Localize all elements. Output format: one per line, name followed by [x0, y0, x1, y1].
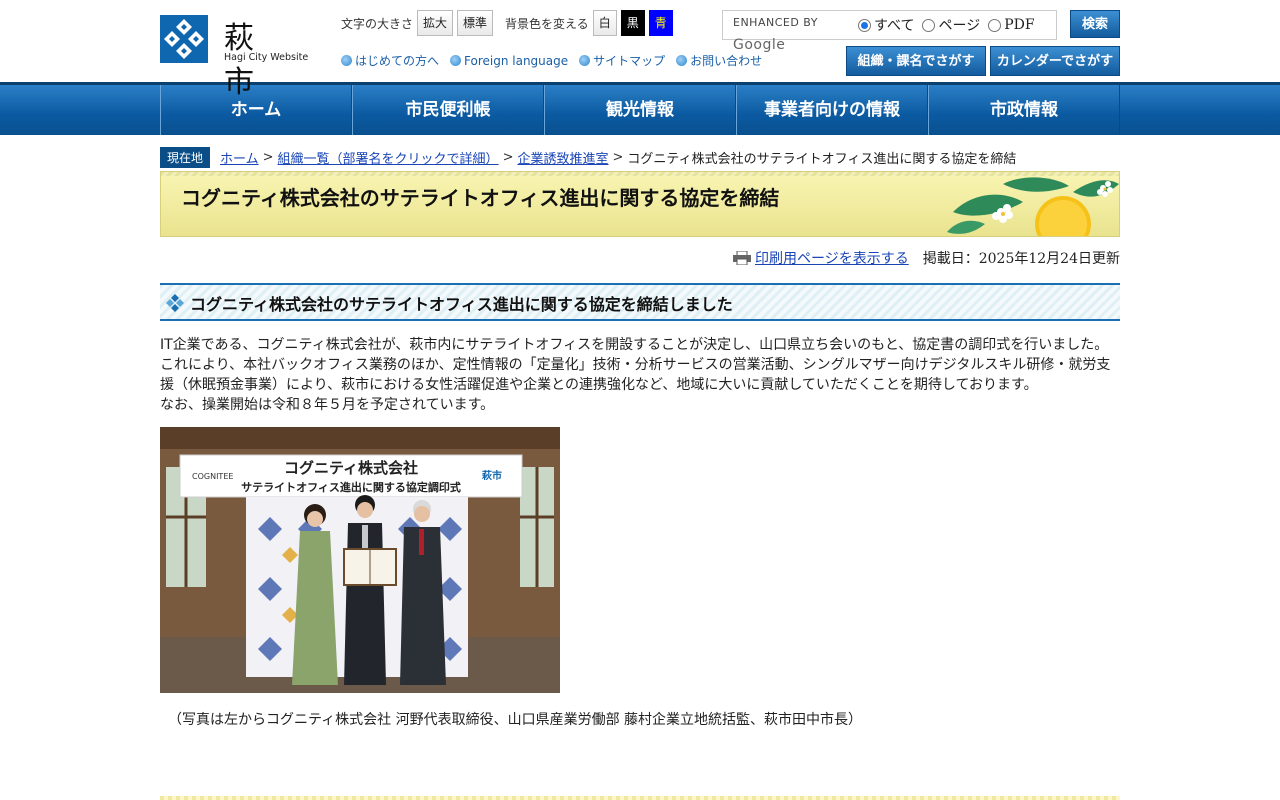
- footer-divider: [160, 796, 1120, 800]
- photo-caption: （写真は左からコグニティ株式会社 河野代表取締役、山口県産業労働部 藤村企業立地…: [168, 712, 863, 728]
- radio-icon: [922, 18, 936, 32]
- breadcrumb-here-label: 現在地: [160, 146, 211, 168]
- site-logo[interactable]: 萩 市 Hagi City Website: [160, 15, 310, 100]
- google-logo: Google: [733, 37, 786, 53]
- search-button[interactable]: 検索: [1070, 10, 1120, 38]
- bullet-icon: [341, 55, 352, 66]
- banner-right-logo: 萩市: [481, 469, 502, 482]
- printer-icon: [733, 251, 751, 265]
- bg-color-label: 背景色を変える: [505, 16, 589, 31]
- breadcrumb-org-list[interactable]: 組織一覧（部署名をクリックで詳細）: [278, 148, 499, 167]
- search-scope-pdf[interactable]: PDF: [988, 17, 1035, 33]
- natsumikan-decoration-icon: [947, 177, 1119, 236]
- section-heading-bar: コグニティ株式会社のサテライトオフィス進出に関する協定を締結しました: [160, 283, 1120, 321]
- paragraph: なお、操業開始は令和８年５月を予定されています。: [160, 397, 495, 413]
- nav-business[interactable]: 事業者向けの情報: [736, 85, 928, 135]
- signing-ceremony-photo: コグニティ株式会社 サテライトオフィス進出に関する協定調印式 COGNITEE …: [160, 427, 560, 693]
- logo-text-en: Hagi City Website: [224, 52, 309, 63]
- font-standard-button[interactable]: 標準: [457, 10, 494, 36]
- banner-left-logo: COGNITEE: [192, 472, 233, 481]
- bullet-icon: [579, 55, 591, 66]
- hagi-logo-mark-icon: [160, 15, 208, 63]
- link-first-visit[interactable]: はじめての方へ: [341, 52, 439, 69]
- nav-citizen-guide[interactable]: 市民便利帳: [352, 85, 544, 135]
- site-search: ENHANCED BY Google すべて ページ PDF: [722, 10, 1057, 53]
- paragraph: IT企業である、コグニティ株式会社が、萩市内にサテライトオフィスを開設することが…: [160, 337, 1109, 353]
- diamond-bullet-icon: [166, 294, 184, 312]
- page-title: コグニティ株式会社のサテライトオフィス進出に関する協定を締結: [181, 186, 780, 210]
- radio-icon: [988, 18, 1002, 32]
- search-by-org-button[interactable]: 組織・課名でさがす: [846, 46, 986, 76]
- bullet-icon: [450, 55, 462, 66]
- breadcrumb-current: コグニティ株式会社のサテライトオフィス進出に関する協定を締結: [627, 151, 1017, 167]
- global-nav-bar: ホーム 市民便利帳 観光情報 事業者向けの情報 市政情報: [0, 85, 1280, 135]
- section-heading: コグニティ株式会社のサテライトオフィス進出に関する協定を締結しました: [190, 295, 733, 314]
- updated-date: 掲載日：2025年12月24日更新: [922, 251, 1120, 267]
- banner-line2: サテライトオフィス進出に関する協定調印式: [241, 480, 461, 494]
- page-title-bar: コグニティ株式会社のサテライトオフィス進出に関する協定を締結: [160, 171, 1120, 237]
- font-size-label: 文字の大きさ: [341, 16, 414, 31]
- search-scope-all[interactable]: すべて: [858, 15, 914, 35]
- page-meta: 印刷用ページを表示する 掲載日：2025年12月24日更新: [160, 247, 1120, 269]
- paragraph: これにより、本社バックオフィス業務のほか、定性情報の「定量化」技術・分析サービス…: [160, 357, 1111, 393]
- site-header: 萩 市 Hagi City Website 文字の大きさ 拡大 標準 背景色を変…: [0, 0, 1280, 100]
- article-body: IT企業である、コグニティ株式会社が、萩市内にサテライトオフィスを開設することが…: [160, 335, 1120, 415]
- print-page-link[interactable]: 印刷用ページを表示する: [733, 248, 909, 268]
- main-content: 現在地 ホーム > 組織一覧（部署名をクリックで詳細） > 企業誘致推進室 > …: [160, 146, 1120, 729]
- radio-checked-icon: [858, 18, 871, 32]
- search-scope-page[interactable]: ページ: [922, 15, 980, 35]
- bg-white-button[interactable]: 白: [592, 10, 617, 36]
- link-sitemap[interactable]: サイトマップ: [579, 52, 665, 69]
- bullet-icon: [676, 55, 688, 66]
- accessibility-tools: 文字の大きさ 拡大 標準 背景色を変える 白 黒 青: [341, 10, 677, 36]
- link-foreign-language[interactable]: Foreign language: [450, 52, 568, 69]
- search-input[interactable]: ENHANCED BY Google: [723, 12, 858, 53]
- ceremony-photo-illustration: コグニティ株式会社 サテライトオフィス進出に関する協定調印式 COGNITEE …: [160, 427, 560, 693]
- bg-black-button[interactable]: 黒: [620, 10, 645, 36]
- nav-city-admin[interactable]: 市政情報: [928, 85, 1120, 135]
- bg-blue-button[interactable]: 青: [648, 10, 673, 36]
- breadcrumb-home[interactable]: ホーム: [220, 148, 259, 167]
- global-nav: ホーム 市民便利帳 観光情報 事業者向けの情報 市政情報: [160, 85, 1120, 135]
- search-by-calendar-button[interactable]: カレンダーでさがす: [990, 46, 1120, 76]
- quick-links: はじめての方へ Foreign language サイトマップ お問い合わせ: [341, 52, 773, 69]
- banner-line1: コグニティ株式会社: [284, 459, 418, 477]
- nav-home[interactable]: ホーム: [160, 85, 352, 135]
- breadcrumb: 現在地 ホーム > 組織一覧（部署名をクリックで詳細） > 企業誘致推進室 > …: [160, 146, 1120, 168]
- font-enlarge-button[interactable]: 拡大: [417, 10, 454, 36]
- breadcrumb-dept[interactable]: 企業誘致推進室: [517, 148, 608, 167]
- nav-tourism[interactable]: 観光情報: [544, 85, 736, 135]
